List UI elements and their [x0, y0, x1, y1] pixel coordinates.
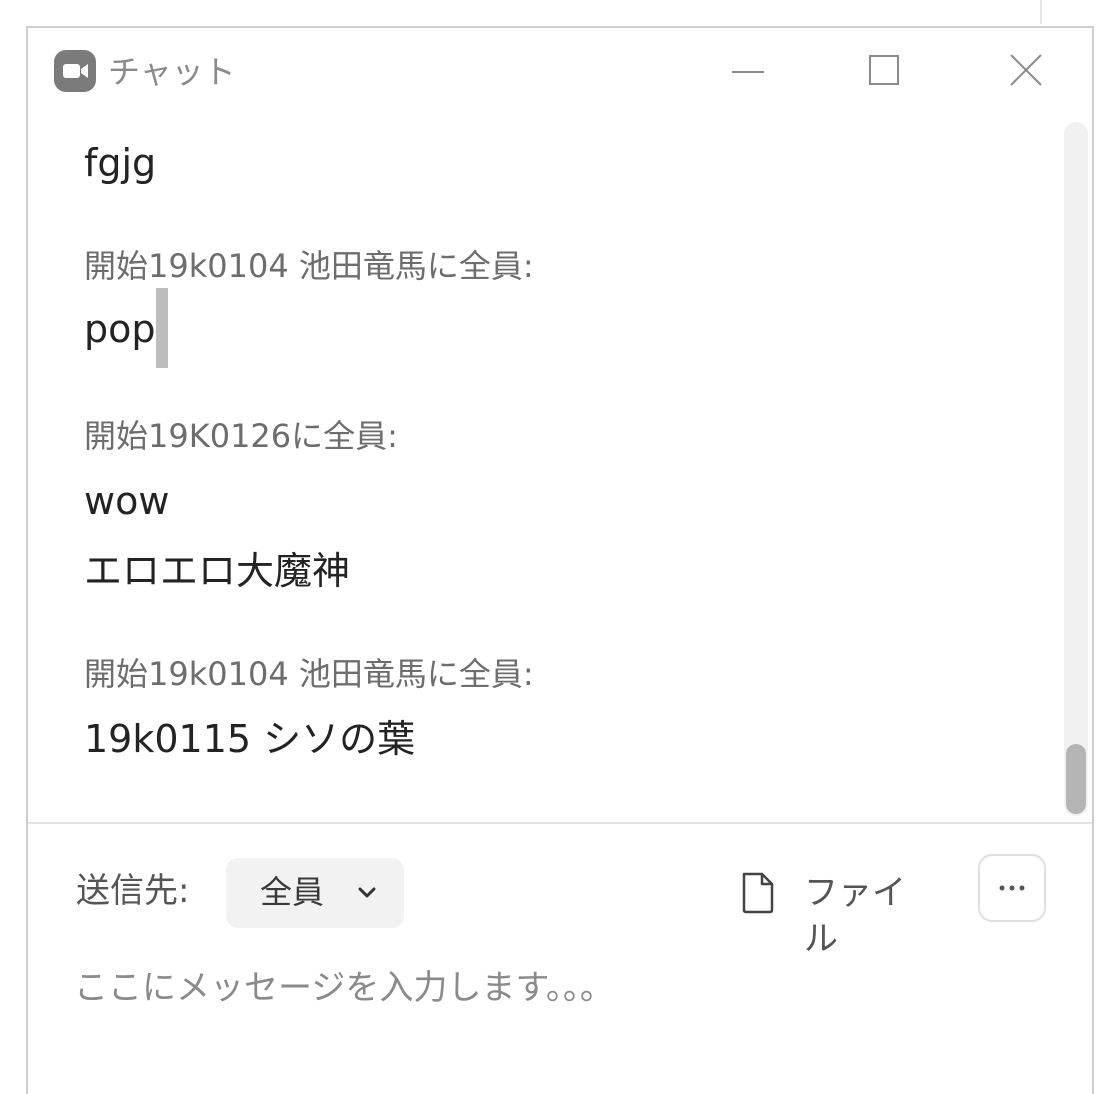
- message-header: 開始19k0104 池田竜馬に全員:: [84, 655, 534, 693]
- text-cursor: [156, 288, 168, 368]
- maximize-button[interactable]: [854, 44, 914, 100]
- message-text: pop: [84, 307, 156, 351]
- message-header: 開始19K0126に全員:: [84, 417, 398, 455]
- message-text: wow: [84, 479, 170, 523]
- message-text: エロエロ大魔神: [84, 549, 351, 593]
- desktop-edge: [1040, 0, 1042, 24]
- composer: 送信先: 全員 ファイル: [28, 824, 1092, 1094]
- video-camera-icon: [54, 50, 96, 92]
- message-text: 19k0115 シソの葉: [84, 717, 416, 761]
- minimize-button[interactable]: [718, 44, 778, 100]
- file-button[interactable]: ファイル: [736, 858, 926, 959]
- title-bar: チャット: [28, 28, 1092, 120]
- close-button[interactable]: [996, 44, 1056, 100]
- message-text: fgjg: [84, 141, 157, 185]
- message-list: fgjg 開始19k0104 池田竜馬に全員: pop 開始19K0126に全員…: [28, 120, 1062, 820]
- recipient-dropdown[interactable]: 全員: [226, 858, 404, 928]
- scrollbar-thumb[interactable]: [1066, 744, 1086, 814]
- scrollbar-track[interactable]: [1064, 122, 1088, 816]
- file-label: ファイル: [804, 873, 906, 959]
- send-to-label: 送信先:: [76, 871, 190, 911]
- window-title: チャット: [108, 53, 236, 91]
- message-input[interactable]: [74, 958, 1034, 1018]
- minimize-icon: [732, 71, 764, 73]
- more-dots-icon: [999, 885, 1025, 891]
- recipient-value: 全員: [260, 873, 325, 911]
- close-icon: [1010, 54, 1042, 86]
- more-options-button[interactable]: [978, 854, 1046, 922]
- file-icon: [742, 872, 774, 914]
- maximize-icon: [869, 55, 899, 85]
- chevron-down-icon: [358, 887, 376, 898]
- chat-window: チャット fgjg 開始19k0104 池田竜馬に全員: pop 開始19K01…: [26, 26, 1094, 1094]
- message-header: 開始19k0104 池田竜馬に全員:: [84, 247, 534, 285]
